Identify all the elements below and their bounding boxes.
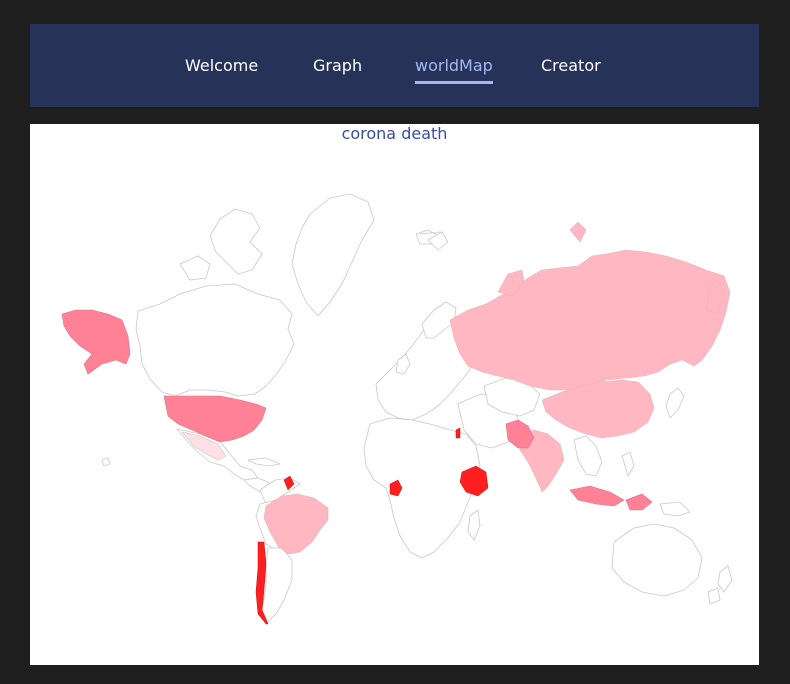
country-indonesia-east[interactable] xyxy=(625,493,653,511)
country-alaska[interactable] xyxy=(61,309,131,375)
tab-creator[interactable]: Creator xyxy=(541,56,601,76)
country-philippines[interactable] xyxy=(621,451,635,477)
country-southeast-asia[interactable] xyxy=(573,435,603,477)
country-africa[interactable] xyxy=(363,417,481,559)
top-nav: Welcome Graph worldMap Creator xyxy=(30,24,759,107)
country-cuba[interactable] xyxy=(247,457,281,467)
country-new-zealand-s[interactable] xyxy=(707,587,721,605)
tab-graph[interactable]: Graph xyxy=(313,56,362,76)
country-png[interactable] xyxy=(659,501,691,517)
tab-worldmap[interactable]: worldMap xyxy=(415,56,493,84)
country-usa[interactable] xyxy=(163,395,267,443)
country-russia-severnaya[interactable] xyxy=(569,221,587,243)
tab-welcome[interactable]: Welcome xyxy=(185,56,258,76)
world-map xyxy=(61,193,733,625)
world-map-panel: corona death xyxy=(30,124,759,665)
country-pakistan[interactable] xyxy=(505,419,535,449)
country-lebanon[interactable] xyxy=(455,427,461,439)
country-new-zealand[interactable] xyxy=(717,565,733,593)
country-arctic-islands-2[interactable] xyxy=(179,255,211,281)
tab-worldmap-label: worldMap xyxy=(415,56,493,75)
country-hawaii[interactable] xyxy=(101,457,111,467)
country-indonesia[interactable] xyxy=(569,485,625,507)
country-greenland[interactable] xyxy=(291,193,375,317)
country-arctic-islands[interactable] xyxy=(209,208,263,275)
country-argentina[interactable] xyxy=(261,547,293,623)
country-australia[interactable] xyxy=(611,523,703,597)
active-tab-indicator xyxy=(415,81,493,84)
country-canada[interactable] xyxy=(135,283,295,397)
country-japan[interactable] xyxy=(665,387,685,419)
country-russia[interactable] xyxy=(449,249,731,391)
country-madagascar[interactable] xyxy=(467,509,481,541)
